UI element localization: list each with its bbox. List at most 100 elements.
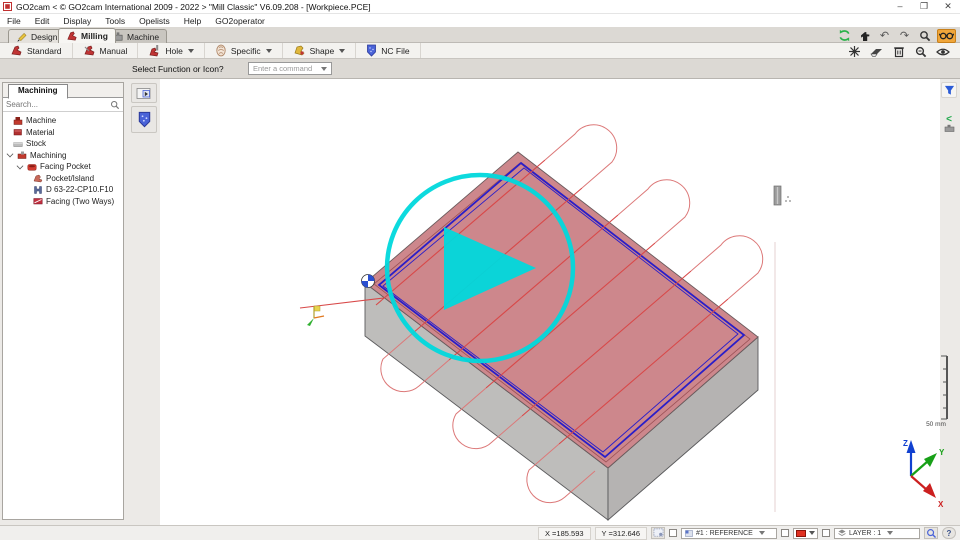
main-area: 50 mm Z Y X Machining Search... Machine … [0, 79, 960, 525]
combo-arrow-icon [758, 531, 765, 535]
fingerprint-icon [216, 44, 226, 57]
expander-icon[interactable] [16, 162, 24, 170]
go2cam-window: GO2cam < © GO2cam International 2009 - 2… [0, 0, 960, 540]
visibility-eye-icon[interactable] [935, 45, 950, 59]
hole-button[interactable]: Hole [138, 43, 205, 58]
tree-label: Facing Pocket [40, 162, 91, 172]
color-picker[interactable] [793, 527, 818, 539]
trash-icon[interactable] [891, 45, 906, 59]
nc-program-button[interactable] [131, 106, 157, 133]
tree-item-machine[interactable]: Machine [3, 115, 123, 127]
window-title: GO2cam < © GO2cam International 2009 - 2… [16, 1, 371, 12]
tree-item-facing[interactable]: Facing (Two Ways) [3, 196, 123, 208]
tab-design-label: Design [31, 31, 58, 42]
machine-icon [13, 116, 23, 125]
standard-button[interactable]: Standard [0, 43, 73, 58]
menu-bar: File Edit Display Tools Opelists Help GO… [0, 14, 960, 27]
simulation-button[interactable] [131, 83, 157, 103]
search-input[interactable] [6, 100, 110, 109]
y-coordinate-display: Y =312.646 [594, 526, 647, 540]
layer-combobox[interactable]: LAYER : 1 [834, 527, 920, 539]
menu-opelists[interactable]: Opelists [132, 16, 177, 26]
color-checkbox[interactable] [781, 529, 789, 537]
collapse-panel-button[interactable]: < [941, 111, 957, 137]
shape-button[interactable]: Shape [283, 43, 357, 58]
expander-icon[interactable] [6, 150, 14, 158]
reference-combobox[interactable]: #1 : REFERENCE [681, 527, 777, 539]
chevron-left-icon: < [946, 113, 952, 125]
axis-z-label: Z [903, 439, 908, 448]
viewport-canvas[interactable]: 50 mm Z Y X [0, 79, 960, 525]
specific-label: Specific [230, 45, 261, 56]
command-combobox[interactable]: Enter a command [248, 62, 332, 75]
tree-item-facing-pocket[interactable]: Facing Pocket [3, 161, 123, 173]
menu-file[interactable]: File [0, 16, 28, 26]
edit-tools-row [847, 44, 950, 59]
reference-checkbox[interactable] [669, 529, 677, 537]
dropdown-arrow-icon [339, 48, 346, 53]
refresh-icon[interactable] [837, 29, 852, 43]
tree-label: Facing (Two Ways) [46, 196, 115, 206]
facing-pocket-icon [27, 164, 37, 171]
milling-hand-icon [67, 31, 77, 41]
filter-button[interactable] [941, 82, 957, 98]
facing-icon [33, 198, 43, 205]
close-button[interactable]: ✕ [936, 1, 960, 12]
menu-tools[interactable]: Tools [98, 16, 132, 26]
menu-go2operator[interactable]: GO2operator [208, 16, 272, 26]
selection-burst-icon[interactable] [847, 45, 862, 59]
menu-help[interactable]: Help [177, 16, 208, 26]
glasses-view-icon[interactable] [937, 28, 956, 43]
specific-button[interactable]: Specific [205, 43, 283, 58]
manual-button[interactable]: Manual [73, 43, 139, 58]
command-bar: Select Function or Icon? Enter a command [0, 59, 960, 79]
redo-icon[interactable]: ↷ [897, 29, 912, 43]
tree-item-tool[interactable]: D 63-22-CP10.F10 [3, 184, 123, 196]
tree-item-stock[interactable]: Stock [3, 138, 123, 150]
tab-machine-label: Machine [127, 31, 160, 42]
current-color-swatch [796, 529, 806, 537]
manual-icon [83, 45, 94, 56]
origin-marker-icon [361, 274, 375, 288]
reference-value: #1 : REFERENCE [696, 529, 753, 537]
tree-item-material[interactable]: Material [3, 127, 123, 139]
zoom-window-icon[interactable] [913, 45, 928, 59]
nc-file-label: NC File [381, 45, 410, 56]
menu-edit[interactable]: Edit [28, 16, 57, 26]
standard-icon [11, 45, 22, 56]
tab-machining-panel[interactable]: Machining [8, 84, 68, 99]
x-coordinate-display: X =185.593 [537, 526, 591, 540]
layer-checkbox[interactable] [822, 529, 830, 537]
nc-file-button[interactable]: NC File [356, 43, 421, 58]
tree-label: D 63-22-CP10.F10 [46, 185, 114, 195]
axis-x-label: X [938, 500, 944, 509]
layer-value: LAYER : 1 [849, 529, 882, 537]
dropdown-arrow-icon [265, 48, 272, 53]
tab-milling[interactable]: Milling [58, 28, 116, 43]
menu-display[interactable]: Display [56, 16, 98, 26]
tree-item-machining[interactable]: Machining [3, 150, 123, 162]
machining-icon [17, 151, 27, 159]
filter-funnel-icon [944, 85, 954, 95]
minimize-button[interactable]: – [888, 1, 912, 12]
ribbon-toolbar: Standard Manual Hole Specific Shape NC F… [0, 43, 960, 59]
zoom-selection-button[interactable] [924, 527, 938, 539]
plane-icon [685, 529, 693, 537]
pencil-icon [17, 32, 27, 42]
eraser-icon[interactable] [869, 45, 884, 59]
zoom-icon[interactable] [917, 29, 932, 43]
tab-design[interactable]: Design [8, 29, 66, 43]
view-tools-row: ↶ ↷ [837, 28, 956, 43]
combo-arrow-icon [887, 531, 894, 535]
combo-arrow-icon [809, 531, 815, 535]
stock-icon [13, 142, 23, 147]
maximize-button[interactable]: ❐ [912, 1, 936, 12]
help-button[interactable]: ? [942, 527, 956, 539]
reference-plane-button[interactable] [651, 527, 665, 539]
tree-item-pocket-island[interactable]: Pocket/Island [3, 173, 123, 185]
title-bar: GO2cam < © GO2cam International 2009 - 2… [0, 0, 960, 14]
undo-icon[interactable]: ↶ [877, 29, 892, 43]
tree-label: Stock [26, 139, 47, 149]
pan-hand-icon[interactable] [857, 29, 872, 43]
axis-y-label: Y [939, 448, 945, 457]
